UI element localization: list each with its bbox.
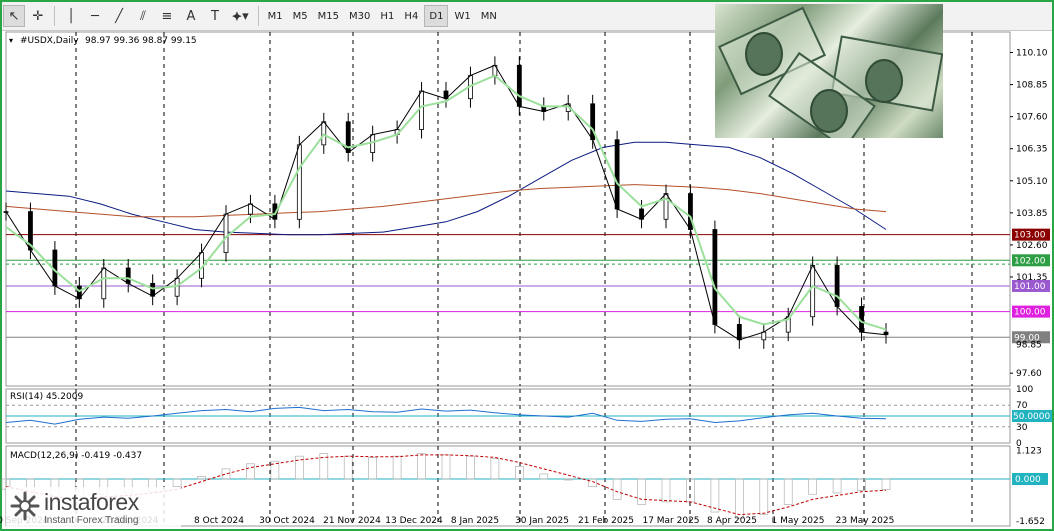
- macd-bar-25: [612, 478, 622, 500]
- macd-bar-22: [539, 473, 549, 480]
- macd-bar-26: [637, 478, 646, 505]
- logo-mark-icon: [10, 491, 40, 521]
- logo-name: instaforex: [44, 489, 139, 515]
- macd-label: MACD(12,26,9) -0.419 -0.437: [10, 451, 142, 461]
- price-candle-7: [174, 277, 180, 297]
- main-ytick-7: 101.35: [1016, 273, 1048, 283]
- macd-bar-24: [588, 478, 598, 487]
- close-price-tag: 98.85: [1016, 341, 1042, 351]
- price-candle-31: [761, 331, 767, 341]
- macd-bar-15: [368, 457, 378, 480]
- main-ytick-5: 103.85: [1016, 209, 1048, 219]
- x-tick-7: 30 Jan 2025: [515, 516, 569, 526]
- series-ma-slow: [5, 141, 887, 236]
- main-ytick-3: 106.35: [1016, 145, 1048, 155]
- dollar-bills-image: [715, 4, 943, 138]
- main-ytick-0: 110.10: [1016, 49, 1048, 59]
- macd-ytick-2: -1.652: [1016, 517, 1045, 527]
- macd-bar-20: [490, 458, 500, 480]
- price-candle-17: [419, 90, 424, 130]
- price-candle-10: [248, 203, 253, 215]
- x-tick-5: 13 Dec 2024: [385, 516, 443, 526]
- x-tick-3: 30 Oct 2024: [259, 516, 315, 526]
- price-candle-27: [663, 193, 669, 220]
- macd-ytick-1: 0.000: [1015, 475, 1041, 485]
- price-candle-4: [101, 267, 107, 300]
- macd-bar-14: [343, 455, 353, 480]
- price-candle-12: [296, 144, 302, 220]
- macd-bar-34: [832, 478, 842, 494]
- rsi-ytick-0: 100: [1016, 385, 1033, 395]
- macd-bar-21: [514, 465, 524, 480]
- macd-bar-18: [441, 454, 451, 480]
- level-tag-2: 101.00: [1014, 282, 1046, 292]
- rsi-ytick-3: 30: [1016, 423, 1028, 433]
- x-tick-9: 17 Mar 2025: [642, 516, 699, 526]
- rsi-label: RSI(14) 45.2009: [10, 392, 83, 402]
- macd-ytick-0: 1.123: [1016, 446, 1042, 456]
- x-tick-11: 1 May 2025: [772, 516, 825, 526]
- price-candle-34: [834, 265, 840, 307]
- macd-bar-28: [686, 478, 695, 503]
- x-tick-12: 23 May 2025: [836, 516, 895, 526]
- logo-tagline: Instant Forex Trading: [44, 515, 139, 526]
- rsi-ytick-1: 70: [1016, 401, 1028, 411]
- x-tick-10: 8 Apr 2025: [707, 516, 757, 526]
- rsi-ytick-2: 50.0000: [1013, 412, 1050, 422]
- price-candle-33: [810, 265, 816, 318]
- price-candle-5: [125, 267, 131, 284]
- price-candle-29: [712, 229, 718, 325]
- macd-bar-29: [710, 478, 720, 513]
- macd-bar-36: [881, 478, 891, 491]
- x-tick-6: 8 Jan 2025: [451, 516, 499, 526]
- price-candle-13: [321, 121, 327, 146]
- main-ytick-2: 107.60: [1016, 113, 1048, 123]
- main-ytick-4: 105.10: [1016, 177, 1048, 187]
- x-tick-8: 21 Feb 2025: [578, 516, 634, 526]
- x-tick-2: 8 Oct 2024: [194, 516, 244, 526]
- price-candle-21: [516, 64, 522, 107]
- series-ma-long: [5, 184, 887, 218]
- level-tag-3: 100.00: [1014, 308, 1046, 318]
- price-candle-6: [150, 282, 156, 297]
- macd-bar-9: [221, 468, 231, 480]
- macd-bar-30: [734, 478, 744, 519]
- macd-bar-7: [172, 478, 182, 487]
- x-tick-4: 21 Nov 2024: [323, 516, 381, 526]
- price-candle-30: [736, 324, 742, 341]
- main-ytick-8: 97.60: [1016, 369, 1042, 379]
- level-tag-1: 102.00: [1014, 256, 1046, 266]
- macd-bar-27: [661, 478, 671, 503]
- symbol-dropdown-icon: ▾: [9, 36, 13, 45]
- macd-bar-33: [808, 478, 818, 495]
- price-candle-28: [688, 193, 693, 230]
- main-ytick-1: 108.85: [1016, 81, 1048, 91]
- main-ytick-6: 102.60: [1016, 241, 1048, 251]
- macd-bar-16: [392, 455, 402, 480]
- macd-bar-17: [417, 453, 426, 480]
- symbol-header: #USDX,Daily: [20, 36, 79, 46]
- level-tag-0: 103.00: [1014, 231, 1046, 241]
- price-candle-9: [223, 213, 229, 254]
- ohlc-header: 98.97 99.36 98.87 99.15: [85, 36, 197, 46]
- price-candle-25: [614, 139, 620, 210]
- macd-bar-31: [759, 478, 769, 515]
- macd-bar-10: [246, 463, 255, 480]
- macd-bar-19: [466, 455, 475, 480]
- macd-bar-32: [783, 478, 793, 505]
- instaforex-logo: instaforex Instant Forex Trading: [6, 487, 181, 527]
